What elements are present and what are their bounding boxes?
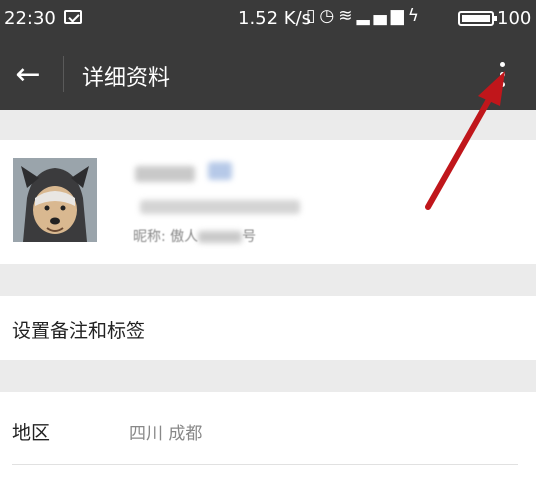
blurred-gender-icon <box>208 162 232 180</box>
battery-icon <box>458 11 497 26</box>
more-dot <box>499 61 505 67</box>
more-dot <box>499 81 505 87</box>
nickname-text: 昵称: 傲人 号 <box>133 226 256 246</box>
arrow-left-icon: ← <box>15 56 41 92</box>
set-remark-row[interactable]: 设置备注和标签 <box>0 296 536 360</box>
app-bar: ← 详细资料 <box>0 38 536 110</box>
status-bar: 22:30 1.52 K/s ▯◷≋▂▄▆ϟ 100 <box>0 0 536 38</box>
blurred-account-id <box>140 200 300 214</box>
blurred-name <box>135 166 195 182</box>
notification-icon <box>64 10 82 24</box>
more-options-button[interactable] <box>484 54 520 94</box>
network-speed: 1.52 K/s <box>238 8 312 29</box>
appbar-divider <box>63 56 64 92</box>
more-dot <box>499 71 505 77</box>
signal-icon: ▂▄▆ <box>356 6 408 26</box>
blurred-nickname <box>198 231 243 243</box>
vibrate-icon: ▯ <box>306 6 320 26</box>
row-divider <box>12 464 518 465</box>
page-title: 详细资料 <box>82 66 171 91</box>
profile-card[interactable]: 昵称: 傲人 号 <box>0 140 536 264</box>
battery-level: 100 <box>497 8 532 29</box>
region-row: 地区 四川 成都 <box>0 392 536 487</box>
back-button[interactable]: ← <box>6 52 50 96</box>
clock-time: 22:30 <box>4 8 56 29</box>
wifi-icon: ≋ <box>338 6 357 26</box>
avatar-image <box>13 158 97 242</box>
status-icons: ▯◷≋▂▄▆ϟ <box>306 6 423 26</box>
avatar[interactable] <box>13 158 97 242</box>
set-remark-label: 设置备注和标签 <box>12 320 146 342</box>
charging-icon: ϟ <box>407 6 423 26</box>
alarm-icon: ◷ <box>319 6 339 26</box>
region-label: 地区 <box>12 422 51 444</box>
nickname-prefix: 昵称: 傲人 <box>133 229 199 245</box>
region-value: 四川 成都 <box>129 424 203 444</box>
nickname-tail: 号 <box>242 229 257 245</box>
